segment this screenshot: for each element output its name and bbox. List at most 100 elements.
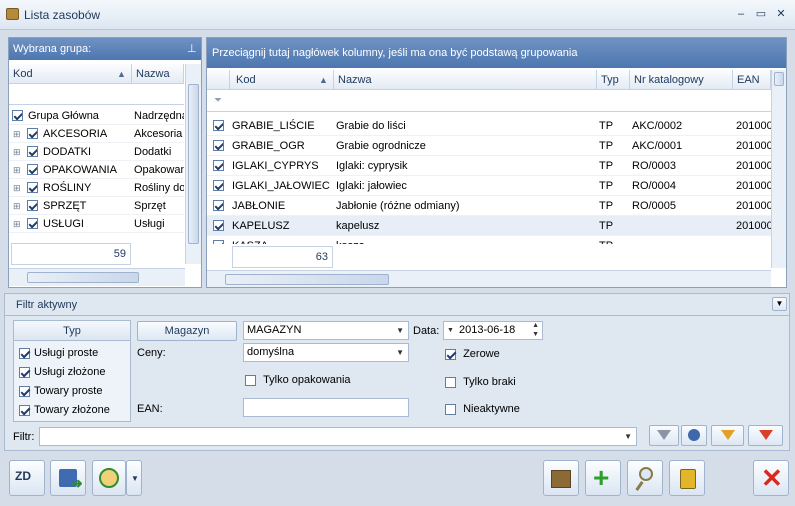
tree-item[interactable]: ⊞ ZESTAWY Zestawy [9, 233, 184, 235]
expand-icon[interactable]: ⊞ [13, 179, 21, 197]
checkbox-box[interactable] [19, 347, 30, 359]
table-row[interactable]: JABŁONIE Jabłonie (różne odmiany) TP RO/000… [207, 196, 771, 216]
group-vscrollbar[interactable] [185, 64, 201, 264]
expand-icon[interactable]: ⊞ [13, 143, 21, 161]
ean-input[interactable] [243, 398, 409, 417]
clear-filter-button[interactable] [681, 425, 707, 446]
group-hscroll-thumb[interactable] [27, 272, 139, 283]
expand-icon[interactable]: ⊞ [13, 125, 21, 143]
expand-icon[interactable]: ⊞ [13, 215, 21, 233]
row-checkbox[interactable] [213, 200, 224, 211]
row-checkbox[interactable] [213, 140, 224, 151]
typ-checkbox[interactable]: Usługi proste [19, 347, 129, 366]
group-filter-row[interactable] [9, 85, 184, 105]
checkbox-box[interactable] [245, 374, 256, 386]
filtr-input[interactable]: ▼ [39, 427, 637, 446]
nieaktywne-checkbox[interactable]: Nieaktywne [445, 403, 520, 415]
filter-row[interactable]: ⏷ [207, 91, 771, 112]
col-nazwa-header[interactable]: Nazwa [334, 70, 597, 90]
cell-typ: TP [599, 200, 614, 212]
typ-checkbox[interactable]: Towary złożone [19, 404, 129, 423]
tree-item[interactable]: ⊞ USŁUGI Usługi [9, 215, 184, 233]
table-row[interactable]: KAPELUSZ kapelusz TP 2010000 [207, 216, 771, 236]
tree-item[interactable]: ⊞ DODATKI Dodatki [9, 143, 184, 161]
checkbox[interactable] [27, 164, 38, 175]
table-row[interactable]: IGLAKI_JAŁOWIEC Iglaki: jałowiec TP RO/0004… [207, 176, 771, 196]
filter-funnel-button[interactable] [649, 425, 679, 446]
chevron-down-icon[interactable]: ▼ [447, 327, 454, 334]
magazyn-button[interactable]: Magazyn [137, 321, 237, 341]
add-button[interactable]: + [585, 460, 621, 496]
export-button[interactable]: ➜ [50, 460, 86, 496]
tree-item[interactable]: Grupa Główna Nadrzędna [9, 107, 184, 125]
group-vscroll-thumb[interactable] [188, 84, 199, 244]
tylko-braki-checkbox[interactable]: Tylko braki [445, 376, 516, 388]
zd-button[interactable]: ZD [9, 460, 45, 496]
checkbox-box[interactable] [445, 348, 456, 360]
row-checkbox[interactable] [213, 120, 224, 131]
row-checkbox[interactable] [213, 180, 224, 191]
maximize-button[interactable]: ▭ [752, 6, 770, 22]
grid-vscroll-thumb[interactable] [774, 72, 784, 86]
table-row[interactable]: KASZA kasza TP [207, 236, 771, 244]
row-checkbox[interactable] [213, 160, 224, 171]
col-nazwa-header[interactable]: Nazwa [132, 64, 184, 84]
checkbox[interactable] [27, 218, 38, 229]
magazyn-select[interactable]: MAGAZYN ▼ [243, 321, 409, 340]
expand-icon[interactable]: ⊞ [13, 197, 21, 215]
col-kod-header[interactable]: Kod ▲ [230, 70, 334, 90]
table-row[interactable]: GRABIE_LIŚCIE Grabie do liści TP AKC/0002 20… [207, 116, 771, 136]
view-button[interactable] [627, 460, 663, 496]
expand-icon[interactable]: ⊞ [13, 161, 21, 179]
spin-icon[interactable]: ▲ ▼ [532, 321, 539, 339]
table-row[interactable]: IGLAKI_CYPRYS Iglaki: cyprysik TP RO/0003 20… [207, 156, 771, 176]
remove-filter-button[interactable] [748, 425, 783, 446]
group-hscrollbar[interactable] [9, 268, 185, 286]
checkbox-box[interactable] [19, 366, 30, 378]
operations-button[interactable] [92, 460, 126, 496]
operations-dropdown-button[interactable]: ▼ [126, 460, 142, 496]
col-typ-header[interactable]: Typ [597, 70, 630, 90]
table-row[interactable]: GRABIE_OGR Grabie ogrodnicze TP AKC/0001 201… [207, 136, 771, 156]
group-by-area[interactable]: Przeciągnij tutaj nagłówek kolumny, jeśl… [207, 38, 786, 68]
date-picker[interactable]: ▼ 2013-06-18 ▲ ▼ [443, 321, 543, 340]
close-button[interactable]: ✕ [753, 460, 789, 496]
close-window-button[interactable]: ✕ [772, 6, 790, 22]
col-kod-header[interactable]: Kod ▲ [9, 64, 132, 84]
typ-checkbox[interactable]: Towary proste [19, 385, 129, 404]
checkbox-box[interactable] [19, 385, 30, 397]
grid-vscrollbar[interactable] [771, 70, 786, 268]
checkbox-box[interactable] [445, 403, 456, 415]
grid-hscroll-thumb[interactable] [225, 274, 389, 285]
expand-icon[interactable]: ⊞ [13, 233, 21, 235]
tree-item[interactable]: ⊞ ROŚLINY Rośliny do [9, 179, 184, 197]
ceny-select[interactable]: domyślna ▼ [243, 343, 409, 362]
filter-panel: Filtr aktywny ▼ Typ Usługi proste Usługi … [4, 293, 790, 451]
checkbox[interactable] [27, 146, 38, 157]
tree-item[interactable]: ⊞ OPAKOWANIA Opakowani [9, 161, 184, 179]
batch-button[interactable] [543, 460, 579, 496]
col-ean-header[interactable]: EAN [733, 70, 771, 90]
col-nr-katalogowy-header[interactable]: Nr katalogowy [630, 70, 733, 90]
checkbox[interactable] [27, 182, 38, 193]
grid-hscrollbar[interactable] [207, 270, 771, 287]
checkbox[interactable] [27, 200, 38, 211]
advanced-filter-button[interactable] [711, 425, 744, 446]
cell-typ: TP [599, 180, 614, 192]
cell-nazwa: kapelusz [336, 220, 380, 232]
zerowe-checkbox[interactable]: Zerowe [445, 348, 500, 360]
row-checkbox[interactable] [213, 220, 224, 231]
checkbox-box[interactable] [19, 404, 30, 416]
tree-item[interactable]: ⊞ SPRZĘT Sprzęt [9, 197, 184, 215]
checkbox[interactable] [27, 128, 38, 139]
pin-icon[interactable]: ⊥ [187, 42, 197, 55]
tree-item[interactable]: ⊞ AKCESORIA Akcesoria [9, 125, 184, 143]
tylko-opakowania-checkbox[interactable]: Tylko opakowania [245, 374, 351, 386]
typ-checkbox[interactable]: Usługi złożone [19, 366, 129, 385]
minimize-button[interactable]: – [732, 6, 750, 22]
row-checkbox[interactable] [213, 240, 224, 244]
collapse-filter-button[interactable]: ▼ [772, 297, 787, 311]
delete-button[interactable] [669, 460, 705, 496]
checkbox-box[interactable] [445, 376, 456, 388]
checkbox[interactable] [12, 110, 23, 121]
